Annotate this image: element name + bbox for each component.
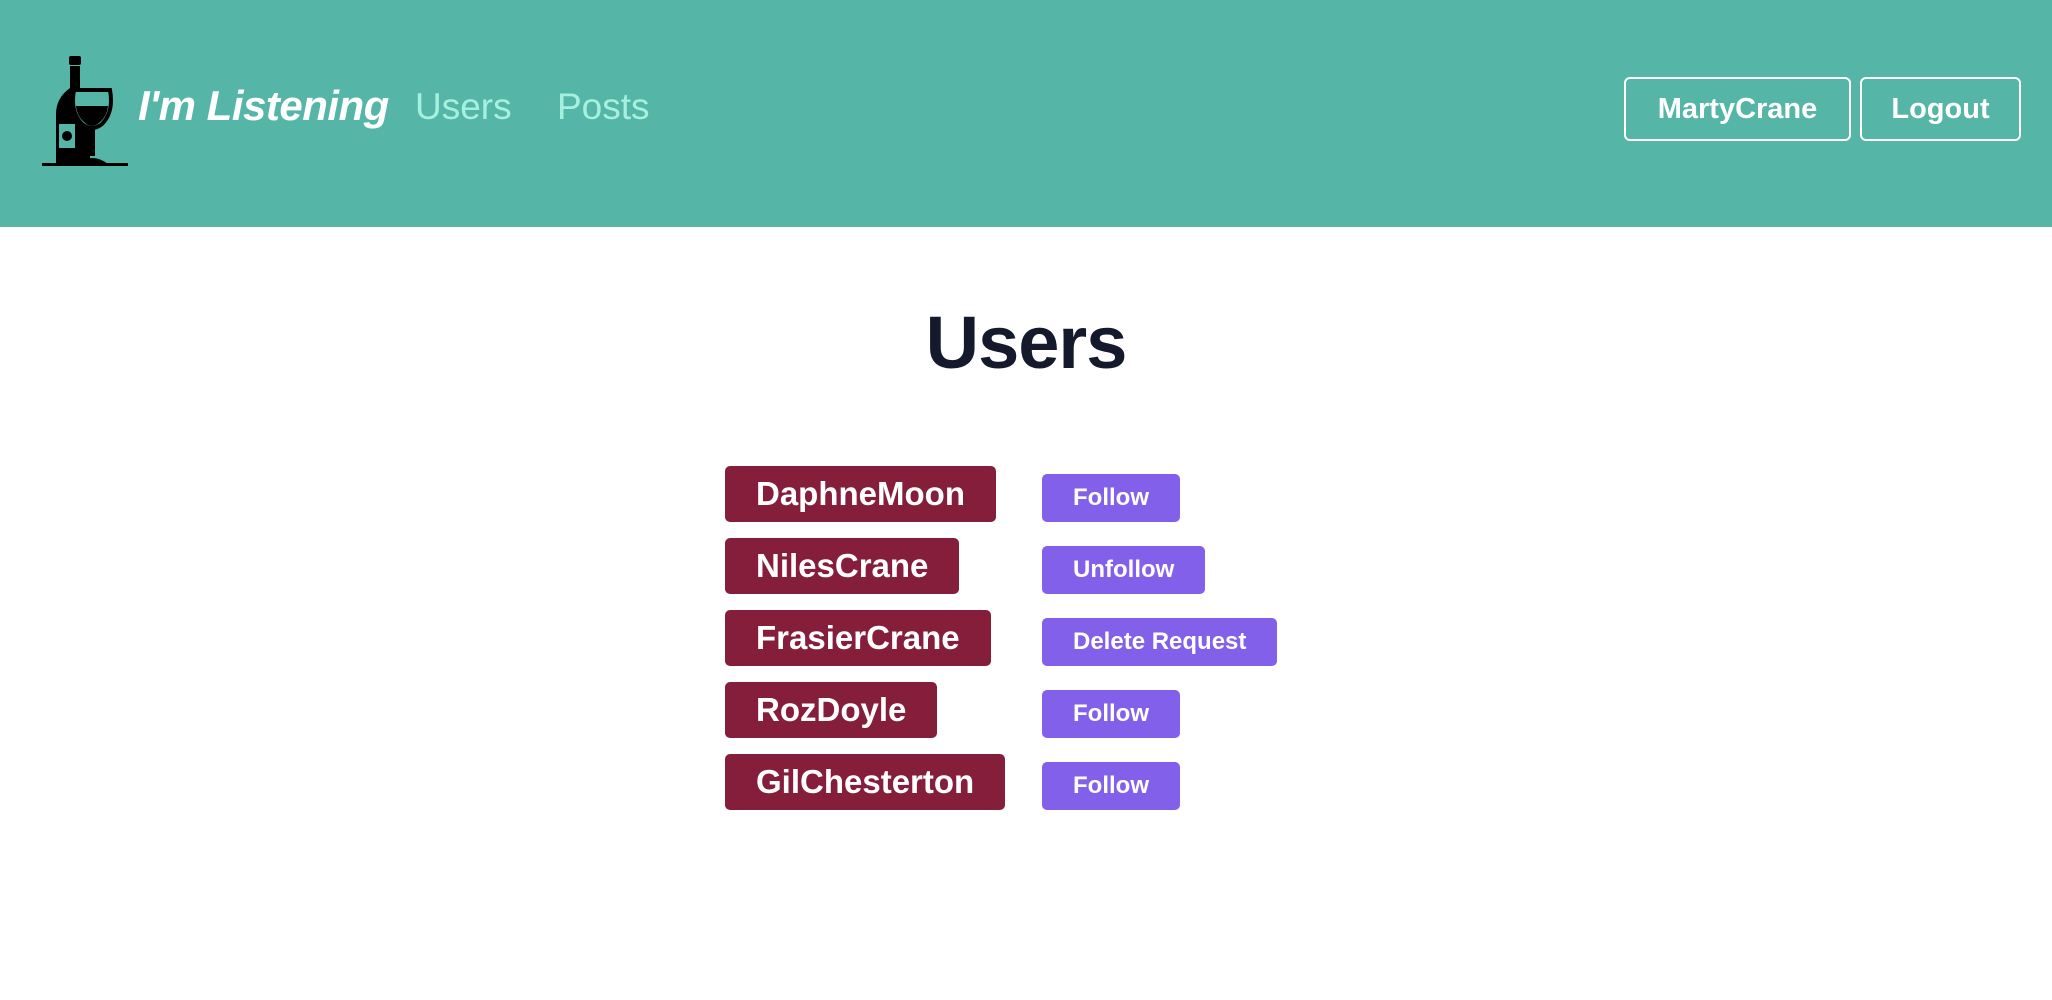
delete-request-button[interactable]: Delete Request xyxy=(1042,618,1278,666)
user-row: RozDoyle Follow xyxy=(725,682,1425,738)
user-row: GilChesterton Follow xyxy=(725,754,1425,810)
current-user-button[interactable]: MartyCrane xyxy=(1624,77,1851,141)
username-badge[interactable]: FrasierCrane xyxy=(725,610,991,666)
username-badge[interactable]: DaphneMoon xyxy=(725,466,996,522)
top-navbar: I'm Listening Users Posts MartyCrane Log… xyxy=(0,0,2052,227)
follow-button[interactable]: Follow xyxy=(1042,762,1180,810)
unfollow-button[interactable]: Unfollow xyxy=(1042,546,1206,594)
brand-title[interactable]: I'm Listening xyxy=(138,82,389,130)
username-badge[interactable]: RozDoyle xyxy=(725,682,938,738)
user-row: FrasierCrane Delete Request xyxy=(725,610,1425,666)
user-row: NilesCrane Unfollow xyxy=(725,538,1425,594)
logout-button[interactable]: Logout xyxy=(1860,77,2021,141)
nav-link-posts[interactable]: Posts xyxy=(557,86,650,128)
username-badge[interactable]: GilChesterton xyxy=(725,754,1006,810)
wine-bottle-glass-icon[interactable] xyxy=(42,54,128,167)
page-title: Users xyxy=(925,301,1128,384)
username-badge[interactable]: NilesCrane xyxy=(725,538,960,594)
follow-button[interactable]: Follow xyxy=(1042,690,1180,738)
nav-link-users[interactable]: Users xyxy=(415,86,512,128)
user-row: DaphneMoon Follow xyxy=(725,466,1425,522)
follow-button[interactable]: Follow xyxy=(1042,474,1180,522)
